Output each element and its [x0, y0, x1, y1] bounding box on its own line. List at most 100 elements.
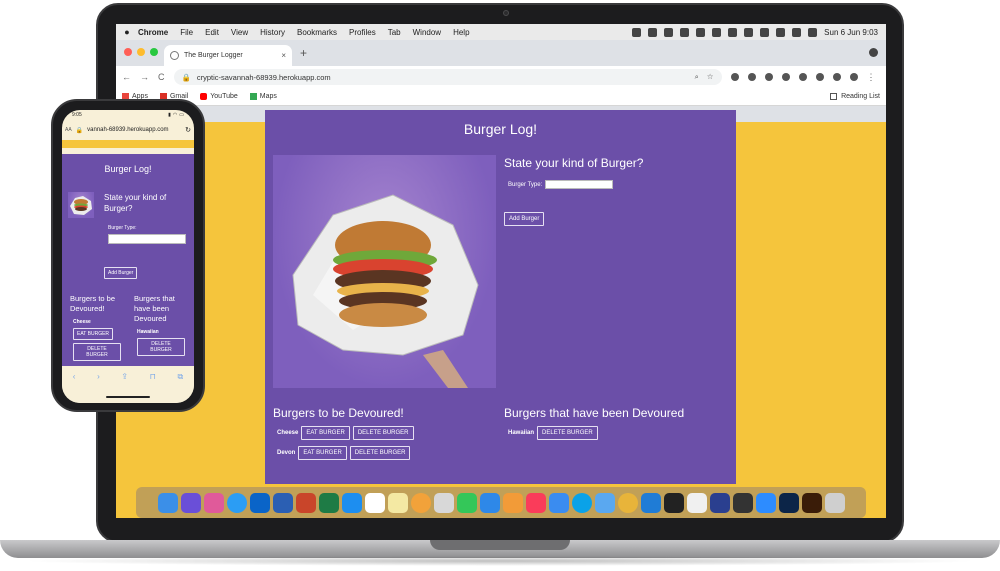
delete-burger-button[interactable]: DELETE BURGER	[137, 338, 185, 356]
menu-help[interactable]: Help	[453, 28, 469, 37]
close-window-button[interactable]	[124, 48, 132, 56]
trash-icon[interactable]	[824, 492, 845, 513]
photos-icon[interactable]	[410, 492, 431, 513]
cloud-icon[interactable]	[680, 27, 690, 37]
minimize-window-button[interactable]	[137, 48, 145, 56]
control-center-icon[interactable]	[792, 27, 802, 37]
eat-burger-button[interactable]: EAT BURGER	[73, 328, 114, 340]
menu-app-name[interactable]: Chrome	[138, 28, 168, 37]
spotlight-search-icon[interactable]	[776, 27, 786, 37]
feedback-icon[interactable]	[502, 492, 523, 513]
xcode-icon[interactable]	[709, 492, 730, 513]
zoom-icon[interactable]	[755, 492, 776, 513]
wifi-icon[interactable]	[760, 27, 770, 37]
delete-burger-button[interactable]: DELETE BURGER	[537, 426, 598, 440]
launchpad-icon[interactable]	[203, 492, 224, 513]
bookmark-star-icon[interactable]: ☆	[707, 72, 714, 82]
vscode-icon[interactable]	[640, 492, 661, 513]
extension-icon[interactable]	[730, 73, 739, 81]
bookmarks-icon[interactable]: ⊓	[150, 372, 156, 381]
skype-icon[interactable]	[571, 492, 592, 513]
back-icon[interactable]: ‹	[73, 372, 76, 381]
terminal-icon[interactable]	[663, 492, 684, 513]
powerpoint-icon[interactable]	[295, 492, 316, 513]
notes-icon[interactable]	[387, 492, 408, 513]
new-tab-button[interactable]: +	[300, 46, 307, 60]
siri-icon[interactable]	[180, 492, 201, 513]
illustrator-icon[interactable]	[801, 492, 822, 513]
delete-burger-button[interactable]: DELETE BURGER	[349, 446, 411, 460]
reload-button[interactable]: C	[158, 72, 165, 82]
puzzle-extensions-icon[interactable]	[815, 73, 824, 81]
reading-list-button[interactable]: Reading List	[830, 93, 880, 100]
menu-history[interactable]: History	[260, 28, 285, 37]
eat-burger-button[interactable]: EAT BURGER	[301, 426, 350, 440]
word-icon[interactable]	[272, 492, 293, 513]
reading-mode-icon[interactable]	[832, 73, 841, 81]
excel-icon[interactable]	[318, 492, 339, 513]
share-icon[interactable]: ⇪	[121, 372, 128, 381]
add-burger-button[interactable]: Add Burger	[504, 212, 545, 226]
zoom-icon[interactable]: ⌕	[695, 72, 699, 82]
phone-address-bar[interactable]: AA 🔒 vannah-68939.herokuapp.com ↻	[65, 122, 191, 138]
siri-icon[interactable]	[808, 27, 818, 37]
tabs-icon[interactable]: ⧉	[177, 372, 183, 382]
reload-icon[interactable]: ↻	[185, 126, 191, 134]
creative-cloud-icon[interactable]	[664, 27, 674, 37]
app-store-icon[interactable]	[341, 492, 362, 513]
apple-logo-icon[interactable]: ●	[116, 27, 138, 37]
address-url[interactable]: cryptic-savannah-68939.herokuapp.com	[197, 73, 331, 82]
menu-window[interactable]: Window	[413, 28, 441, 37]
textedit-icon[interactable]	[686, 492, 707, 513]
address-bar[interactable]: 🔒 cryptic-savannah-68939.herokuapp.com ⌕…	[173, 69, 722, 85]
phone-url-text[interactable]: vannah-68939.herokuapp.com	[87, 127, 168, 133]
menu-file[interactable]: File	[180, 28, 193, 37]
menu-bookmarks[interactable]: Bookmarks	[297, 28, 337, 37]
delete-burger-button[interactable]: DELETE BURGER	[352, 426, 414, 440]
menu-tab[interactable]: Tab	[388, 28, 401, 37]
reader-aa-button[interactable]: AA	[65, 127, 72, 133]
menu-profiles[interactable]: Profiles	[349, 28, 376, 37]
more-menu-icon[interactable]: ⋮	[867, 72, 876, 83]
delete-burger-button[interactable]: DELETE BURGER	[73, 343, 121, 361]
volume-icon[interactable]	[712, 27, 722, 37]
bluetooth-icon[interactable]	[728, 27, 738, 37]
burger-type-input[interactable]	[545, 180, 614, 189]
sublime-icon[interactable]	[732, 492, 753, 513]
outlook-icon[interactable]	[249, 492, 270, 513]
icloud-icon[interactable]	[594, 492, 615, 513]
calendar-icon[interactable]	[364, 492, 385, 513]
extension-icon[interactable]	[798, 73, 807, 81]
menu-edit[interactable]: Edit	[205, 28, 219, 37]
battery-icon[interactable]	[744, 27, 754, 37]
forward-icon[interactable]: ›	[97, 372, 100, 381]
phone-add-burger-button[interactable]: Add Burger	[104, 267, 138, 279]
back-button[interactable]: ←	[122, 72, 131, 82]
safari-icon[interactable]	[226, 492, 247, 513]
vpn-icon[interactable]	[696, 27, 706, 37]
bookmark-maps[interactable]: Maps	[249, 93, 277, 100]
photoshop-icon[interactable]	[778, 492, 799, 513]
dropbox-icon[interactable]	[648, 27, 658, 37]
extension-icon[interactable]	[764, 73, 773, 81]
preview-icon[interactable]	[433, 492, 454, 513]
mail-icon[interactable]	[548, 492, 569, 513]
phone-burger-type-input[interactable]	[108, 234, 186, 244]
numbers-icon[interactable]	[456, 492, 477, 513]
chrome-icon[interactable]	[617, 492, 638, 513]
forward-button[interactable]: →	[140, 72, 149, 82]
tab-close-button[interactable]: ×	[281, 51, 286, 60]
extension-icon[interactable]	[747, 73, 756, 81]
profile-avatar[interactable]	[849, 73, 858, 81]
extension-icon[interactable]	[781, 73, 790, 81]
menu-view[interactable]: View	[231, 28, 248, 37]
keynote-icon[interactable]	[479, 492, 500, 513]
bookmark-youtube[interactable]: YouTube	[200, 93, 238, 100]
tab-search-icon[interactable]	[869, 48, 878, 57]
finder-icon[interactable]	[157, 492, 178, 513]
zoom-window-button[interactable]	[150, 48, 158, 56]
status-app-icon[interactable]	[632, 27, 642, 37]
tab-burger-logger[interactable]: The Burger Logger ×	[164, 45, 292, 66]
music-icon[interactable]	[525, 492, 546, 513]
menu-clock[interactable]: Sun 6 Jun 9:03	[824, 28, 878, 37]
